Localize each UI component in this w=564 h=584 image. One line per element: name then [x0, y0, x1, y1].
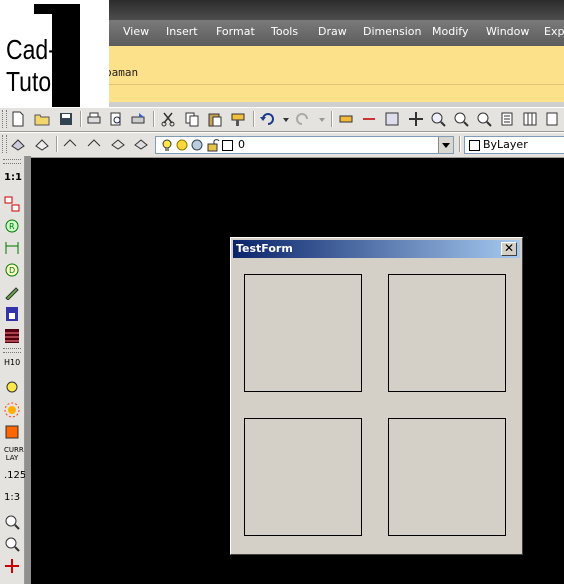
logo-text-line1: Cad-: [6, 34, 56, 65]
layer-unlock-icon[interactable]: [206, 138, 220, 152]
height-button[interactable]: H10: [4, 358, 20, 374]
toolbar-separator: [153, 111, 155, 127]
standard-toolbar: [0, 107, 564, 132]
toolbar-grip[interactable]: [3, 348, 21, 353]
scale-one-to-three-button[interactable]: 1:3: [4, 492, 20, 508]
toolbar-grip[interactable]: [3, 159, 21, 164]
logo-text-line2: Tutor: [6, 66, 59, 97]
menu-window[interactable]: Window: [486, 25, 529, 38]
layer-properties-icon[interactable]: [10, 136, 26, 152]
frame-bottom-right: [388, 418, 506, 536]
layers-toolbar: 0 ByLayer: [0, 132, 564, 158]
open-folder-icon[interactable]: [34, 111, 50, 127]
frame-top-right: [388, 274, 506, 392]
text-height-button[interactable]: .125: [4, 470, 26, 486]
svg-text:R: R: [9, 222, 15, 231]
layer-thaw-sun-icon[interactable]: [175, 138, 189, 152]
pan-icon[interactable]: [408, 111, 424, 127]
pencil-icon[interactable]: [4, 284, 20, 300]
layer-dropdown[interactable]: 0: [155, 136, 454, 154]
zoom-extents-icon[interactable]: [4, 536, 20, 552]
menu-tools[interactable]: Tools: [271, 25, 298, 38]
bulb-icon[interactable]: [4, 380, 20, 396]
match-properties-icon[interactable]: [230, 111, 246, 127]
left-vertical-toolbar: 1:1 R D H10 CURR LAY .125 1:3: [0, 156, 26, 584]
color-value: ByLayer: [483, 138, 528, 151]
menu-format[interactable]: Format: [216, 25, 255, 38]
make-object-layer-current-icon[interactable]: [34, 136, 50, 152]
layer-dropdown-arrow[interactable]: [438, 137, 453, 153]
layer-color-swatch: [222, 140, 233, 151]
layer-match-icon[interactable]: [110, 136, 126, 152]
menu-insert[interactable]: Insert: [166, 25, 198, 38]
publish-icon[interactable]: [130, 111, 146, 127]
cut-icon[interactable]: [160, 111, 176, 127]
copy-icon[interactable]: [184, 111, 200, 127]
orange-square-icon[interactable]: [4, 424, 20, 440]
redo-icon[interactable]: [294, 111, 310, 127]
layer-viewport-freeze-icon[interactable]: [190, 138, 204, 152]
pan-realtime-icon[interactable]: [338, 111, 354, 127]
toolbar-separator: [80, 111, 82, 127]
undo-icon[interactable]: [260, 111, 276, 127]
menu-draw[interactable]: Draw: [318, 25, 347, 38]
redo-dropdown-icon[interactable]: [314, 111, 330, 127]
dialog-title-bar[interactable]: TestForm ✕: [233, 240, 520, 258]
color-swatch: [469, 140, 480, 151]
toolbar-separator: [253, 111, 255, 127]
testform-dialog: TestForm ✕: [230, 237, 523, 555]
toolbar-separator: [331, 111, 333, 127]
crosshair-icon[interactable]: [4, 558, 20, 574]
layer-name: 0: [238, 138, 245, 151]
properties-icon[interactable]: [384, 111, 400, 127]
layer-previous-icon[interactable]: [62, 136, 78, 152]
close-icon: ✕: [503, 241, 515, 255]
layer-isolate-icon[interactable]: [133, 136, 149, 152]
frame-top-left: [244, 274, 362, 392]
close-button[interactable]: ✕: [501, 242, 517, 256]
zoom-realtime-icon[interactable]: [430, 111, 446, 127]
menu-dimension[interactable]: Dimension: [363, 25, 421, 38]
frame-bottom-left: [244, 418, 362, 536]
color-control-dropdown[interactable]: ByLayer: [464, 136, 564, 154]
toolbar-grip[interactable]: [2, 110, 7, 128]
save-icon[interactable]: [58, 111, 74, 127]
print-icon[interactable]: [86, 111, 102, 127]
toolbar-separator: [56, 136, 58, 152]
zoom-icon[interactable]: [4, 514, 20, 530]
layer-walk-icon[interactable]: [86, 136, 102, 152]
svg-text:D: D: [9, 266, 15, 275]
cad-tutor-logo: Cad- Tutor: [0, 0, 109, 107]
hatch-icon[interactable]: [4, 328, 20, 344]
new-file-icon[interactable]: [10, 111, 26, 127]
command-line-text: paman: [105, 66, 139, 79]
layer-on-bulb-icon[interactable]: [160, 138, 174, 152]
menu-view[interactable]: View: [123, 25, 149, 38]
toolbar-grip[interactable]: [2, 135, 7, 153]
paste-icon[interactable]: [207, 111, 223, 127]
sun-icon[interactable]: [4, 402, 20, 418]
toolbar-separator: [459, 136, 461, 152]
dialog-title: TestForm: [236, 242, 293, 255]
design-center-icon[interactable]: [522, 111, 538, 127]
menu-express[interactable]: Expr: [544, 25, 564, 38]
circle-d-icon[interactable]: D: [4, 262, 20, 278]
circle-r-icon[interactable]: R: [4, 218, 20, 234]
properties-palette-icon[interactable]: [499, 111, 515, 127]
scale-one-to-one-button[interactable]: 1:1: [4, 172, 22, 188]
current-layer-button[interactable]: CURR LAY: [4, 446, 24, 462]
tool-palettes-icon[interactable]: [545, 111, 561, 127]
drawing-area-border: [25, 156, 31, 584]
undo-dropdown-icon[interactable]: [278, 111, 294, 127]
menu-modify[interactable]: Modify: [432, 25, 468, 38]
block-icon[interactable]: [4, 196, 20, 212]
lock-icon[interactable]: [4, 306, 20, 322]
zoom-previous-icon[interactable]: [476, 111, 492, 127]
dimension-icon[interactable]: [4, 240, 20, 256]
distance-icon[interactable]: [361, 111, 377, 127]
print-preview-icon[interactable]: [108, 111, 124, 127]
zoom-window-icon[interactable]: [453, 111, 469, 127]
